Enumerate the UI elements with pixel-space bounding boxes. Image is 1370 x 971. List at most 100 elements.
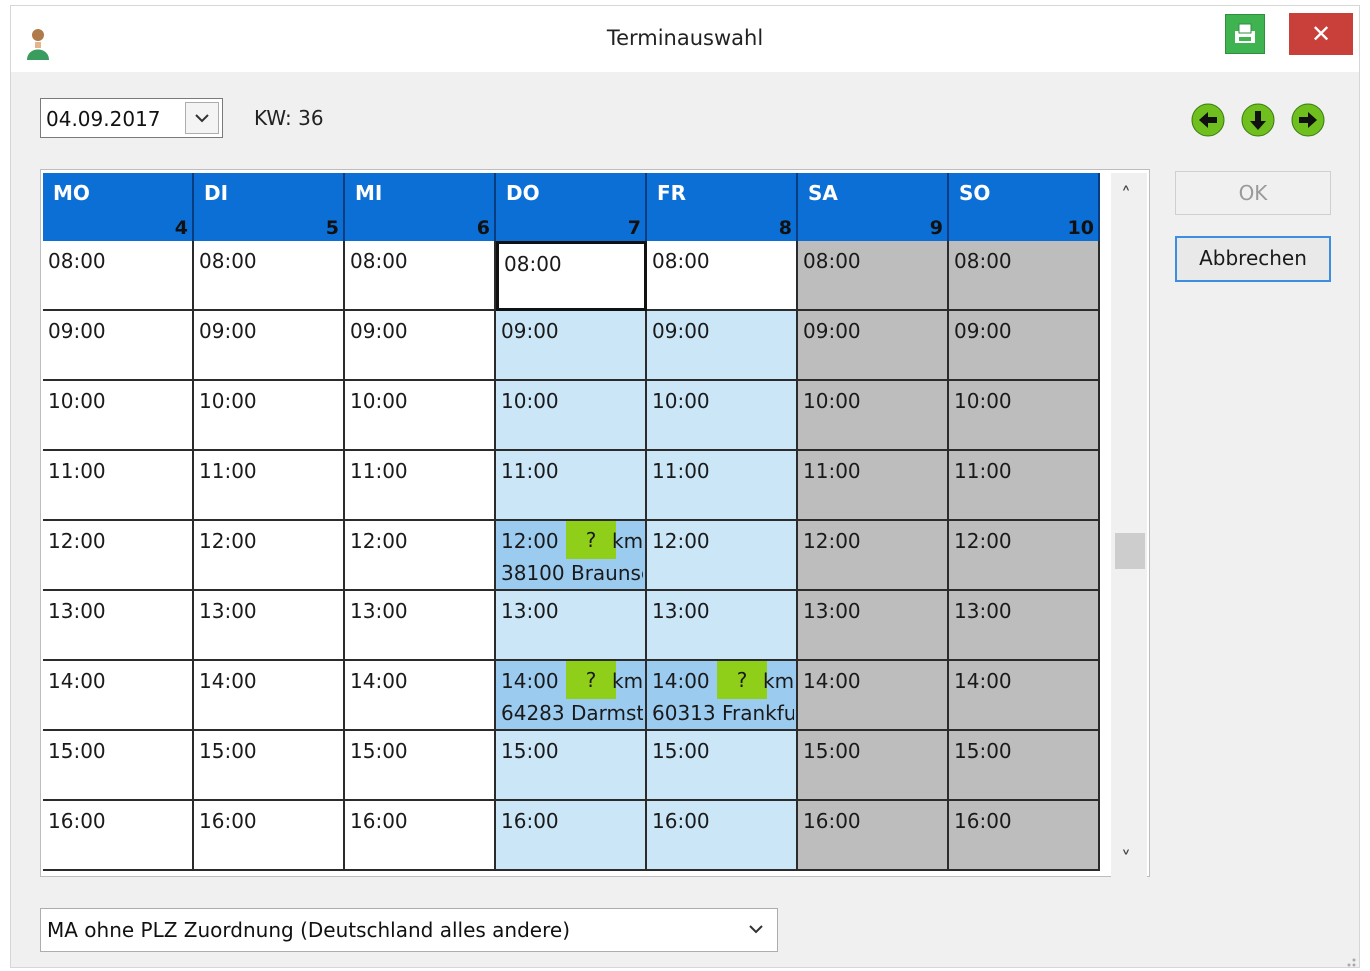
time-slot[interactable]: 10:00 (345, 381, 496, 451)
time-slot[interactable]: 09:00 (496, 311, 647, 381)
time-slot[interactable]: 08:00 (496, 241, 647, 311)
time-slot[interactable]: 10:00 (647, 381, 798, 451)
date-picker[interactable]: 04.09.2017 (40, 98, 223, 138)
day-header-di[interactable]: DI 5 (194, 173, 345, 241)
time-slot[interactable]: 16:00 (496, 801, 647, 871)
time-slot[interactable]: 15:00 (43, 731, 194, 801)
date-dropdown-button[interactable] (185, 102, 219, 134)
time-slot[interactable]: 08:00 (194, 241, 345, 311)
time-slot[interactable]: 13:00 (345, 591, 496, 661)
date-value[interactable]: 04.09.2017 (46, 107, 161, 131)
appointment[interactable]: 12:00?km 38100 Braunschweig (496, 521, 645, 589)
time-slot[interactable]: 14:00?km 64283 Darmstadt (496, 661, 647, 731)
time-slot[interactable]: 13:00 (798, 591, 949, 661)
time-slot[interactable]: 10:00 (43, 381, 194, 451)
scroll-thumb[interactable] (1115, 533, 1145, 569)
time-slot[interactable]: 16:00 (798, 801, 949, 871)
time-slot[interactable]: 12:00 (798, 521, 949, 591)
time-slot[interactable]: 16:00 (345, 801, 496, 871)
time-slot[interactable]: 13:00 (496, 591, 647, 661)
day-header-do[interactable]: DO 7 (496, 173, 647, 241)
time-slot[interactable]: 09:00 (949, 311, 1100, 381)
time-slot[interactable]: 10:00 (194, 381, 345, 451)
cancel-button[interactable]: Abbrechen (1175, 236, 1331, 282)
slot-time: 09:00 (501, 319, 559, 343)
time-slot[interactable]: 15:00 (798, 731, 949, 801)
day-header-mo[interactable]: MO 4 (43, 173, 194, 241)
time-slot[interactable]: 12:00 (194, 521, 345, 591)
time-slot[interactable]: 16:00 (949, 801, 1100, 871)
time-slot[interactable]: 13:00 (194, 591, 345, 661)
slot-time: 08:00 (954, 249, 1012, 273)
dialog-window: Terminauswahl ✕ 04.09.2017 KW: 36 MO 4 08:… (10, 5, 1360, 968)
time-slot[interactable]: 11:00 (194, 451, 345, 521)
arrow-left-icon[interactable] (1191, 103, 1225, 137)
day-header-fr[interactable]: FR 8 (647, 173, 798, 241)
time-slot[interactable]: 13:00 (43, 591, 194, 661)
time-slot[interactable]: 13:00 (949, 591, 1100, 661)
time-slot[interactable]: 12:00 (949, 521, 1100, 591)
time-slot[interactable]: 14:00 (43, 661, 194, 731)
time-slot[interactable]: 08:00 (798, 241, 949, 311)
time-slot[interactable]: 11:00 (496, 451, 647, 521)
time-slot[interactable]: 12:00 (43, 521, 194, 591)
arrow-right-icon[interactable] (1291, 103, 1325, 137)
time-slot[interactable]: 09:00 (345, 311, 496, 381)
slot-time: 16:00 (803, 809, 861, 833)
time-slot[interactable]: 10:00 (949, 381, 1100, 451)
employee-select[interactable]: MA ohne PLZ Zuordnung (Deutschland alles… (40, 908, 778, 952)
time-slot[interactable]: 14:00 (194, 661, 345, 731)
time-slot[interactable]: 08:00 (345, 241, 496, 311)
day-header-mi[interactable]: MI 6 (345, 173, 496, 241)
slot-time: 11:00 (48, 459, 106, 483)
vertical-scrollbar[interactable]: ˄ ˅ (1111, 173, 1147, 879)
slot-time: 10:00 (199, 389, 257, 413)
scroll-up-icon[interactable]: ˄ (1121, 183, 1131, 207)
print-button[interactable] (1225, 14, 1265, 54)
time-slot[interactable]: 14:00 (798, 661, 949, 731)
time-slot[interactable]: 08:00 (949, 241, 1100, 311)
time-slot[interactable]: 14:00 (949, 661, 1100, 731)
time-slot[interactable]: 09:00 (798, 311, 949, 381)
time-slot[interactable]: 09:00 (647, 311, 798, 381)
time-slot[interactable]: 11:00 (798, 451, 949, 521)
resize-grip-icon[interactable] (1339, 950, 1357, 968)
time-slot[interactable]: 13:00 (647, 591, 798, 661)
time-slot[interactable]: 09:00 (194, 311, 345, 381)
time-slot[interactable]: 12:00 (647, 521, 798, 591)
time-slot[interactable]: 09:00 (43, 311, 194, 381)
slot-time: 13:00 (501, 599, 559, 623)
title-bar[interactable]: Terminauswahl ✕ (11, 6, 1359, 72)
slot-time: 10:00 (350, 389, 408, 413)
time-slot[interactable]: 15:00 (345, 731, 496, 801)
appointment[interactable]: 14:00?km 60313 Frankfurt (647, 661, 796, 729)
time-slot[interactable]: 12:00 (345, 521, 496, 591)
appointment-time: 12:00 (501, 529, 559, 553)
ok-button[interactable]: OK (1175, 171, 1331, 215)
day-header-sa[interactable]: SA 9 (798, 173, 949, 241)
time-slot[interactable]: 15:00 (647, 731, 798, 801)
scroll-down-icon[interactable]: ˅ (1121, 847, 1131, 871)
time-slot[interactable]: 16:00 (194, 801, 345, 871)
time-slot[interactable]: 08:00 (43, 241, 194, 311)
time-slot[interactable]: 14:00 (345, 661, 496, 731)
time-slot[interactable]: 11:00 (647, 451, 798, 521)
arrow-down-icon[interactable] (1241, 103, 1275, 137)
time-slot[interactable]: 11:00 (43, 451, 194, 521)
time-slot[interactable]: 08:00 (647, 241, 798, 311)
time-slot[interactable]: 15:00 (194, 731, 345, 801)
slot-time: 13:00 (803, 599, 861, 623)
day-header-so[interactable]: SO 10 (949, 173, 1100, 241)
time-slot[interactable]: 14:00?km 60313 Frankfurt (647, 661, 798, 731)
time-slot[interactable]: 16:00 (43, 801, 194, 871)
time-slot[interactable]: 10:00 (798, 381, 949, 451)
appointment[interactable]: 14:00?km 64283 Darmstadt (496, 661, 645, 729)
time-slot[interactable]: 11:00 (949, 451, 1100, 521)
time-slot[interactable]: 10:00 (496, 381, 647, 451)
time-slot[interactable]: 15:00 (496, 731, 647, 801)
time-slot[interactable]: 15:00 (949, 731, 1100, 801)
close-button[interactable]: ✕ (1289, 13, 1353, 55)
time-slot[interactable]: 16:00 (647, 801, 798, 871)
time-slot[interactable]: 11:00 (345, 451, 496, 521)
time-slot[interactable]: 12:00?km 38100 Braunschweig (496, 521, 647, 591)
